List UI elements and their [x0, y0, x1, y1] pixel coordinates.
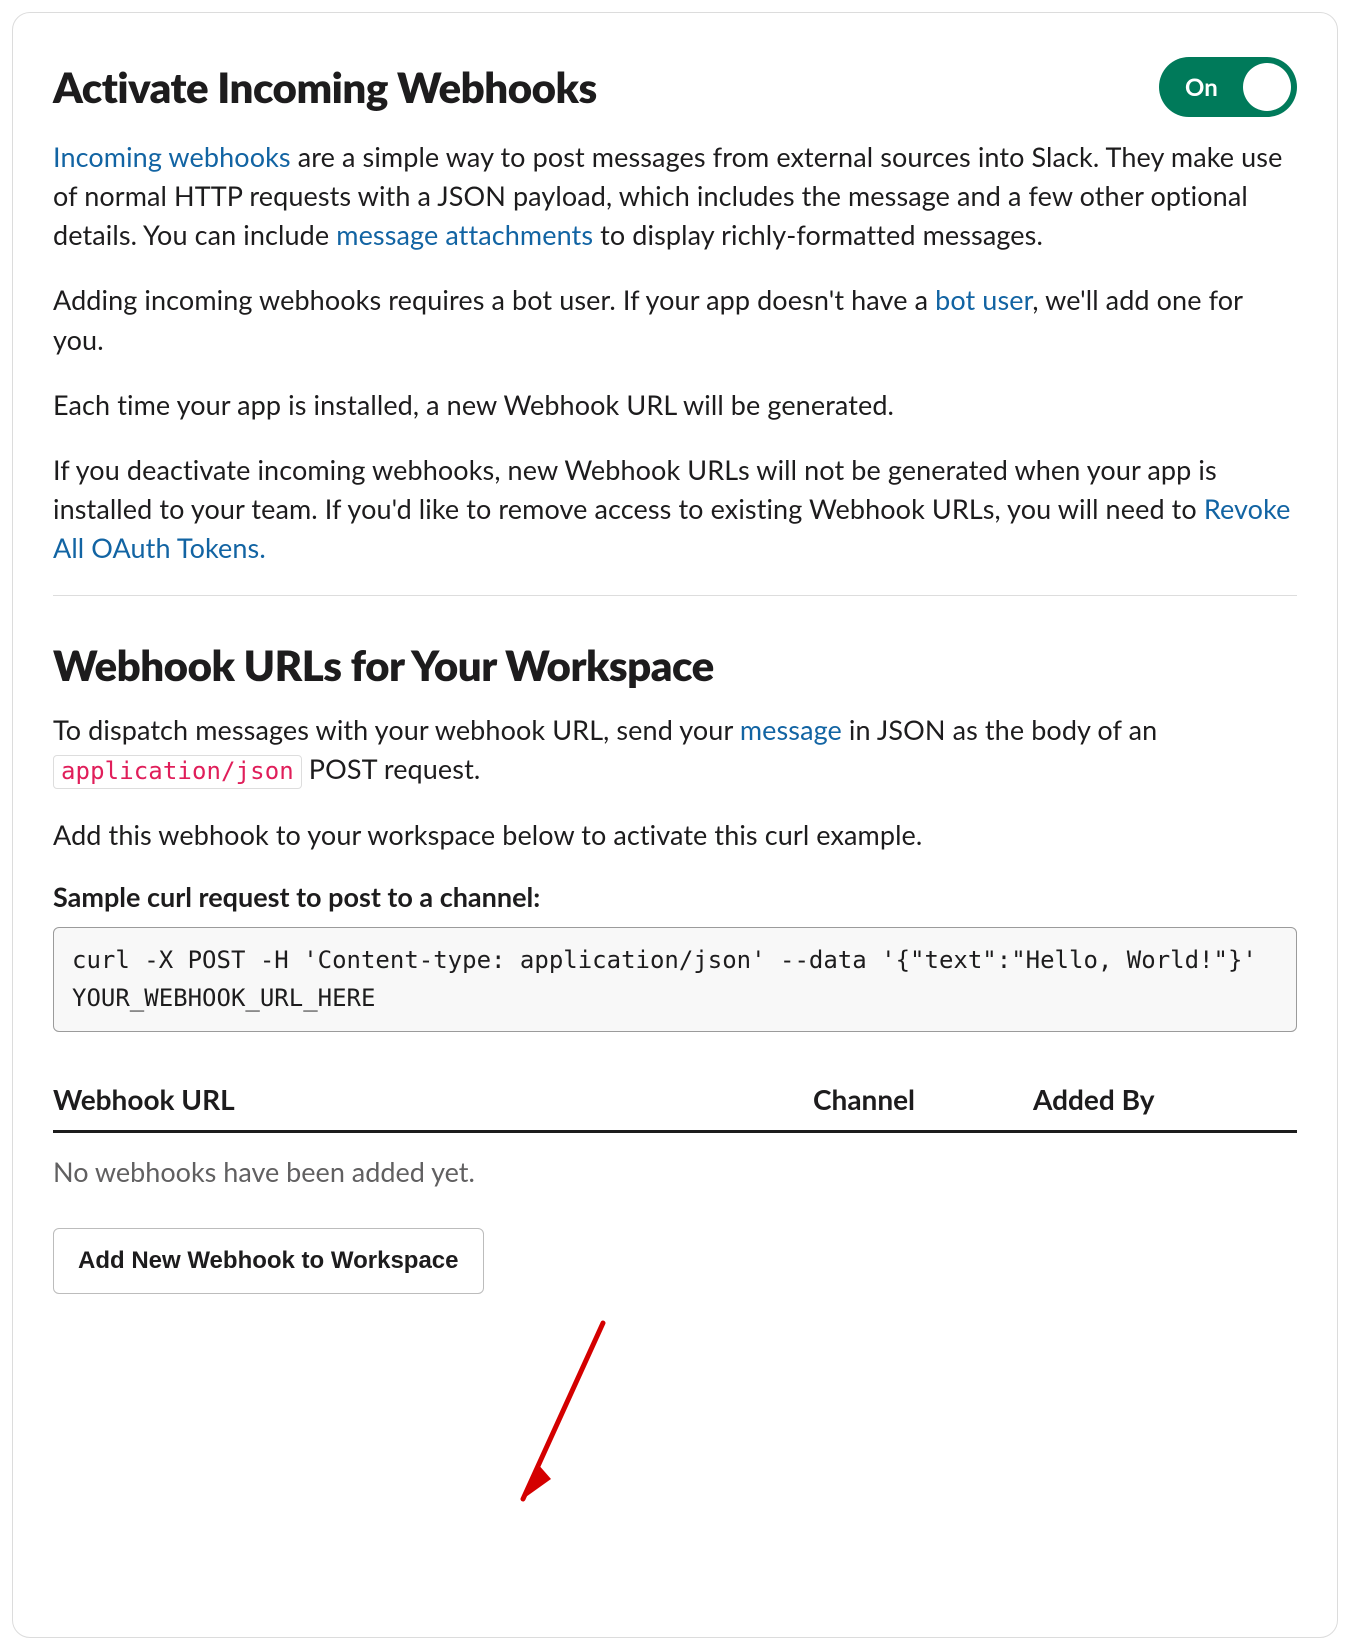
message-link[interactable]: message [740, 713, 842, 746]
column-webhook-url: Webhook URL [53, 1082, 813, 1116]
bot-user-link[interactable]: bot user [935, 283, 1032, 316]
column-channel: Channel [813, 1082, 1033, 1116]
activate-header-row: Activate Incoming Webhooks On [53, 57, 1297, 117]
column-added-by: Added By [1033, 1082, 1297, 1116]
add-webhook-button[interactable]: Add New Webhook to Workspace [53, 1228, 484, 1294]
activate-paragraph-4: If you deactivate incoming webhooks, new… [53, 450, 1297, 567]
text: POST request. [302, 752, 481, 785]
urls-title: Webhook URLs for Your Workspace [53, 640, 1297, 690]
text: To dispatch messages with your webhook U… [53, 713, 740, 746]
section-divider [53, 595, 1297, 596]
text: Adding incoming webhooks requires a bot … [53, 283, 935, 316]
webhooks-settings-card: Activate Incoming Webhooks On Incoming w… [12, 12, 1338, 1638]
text: to display richly-formatted messages. [593, 218, 1043, 251]
webhook-table-empty: No webhooks have been added yet. [53, 1133, 1297, 1228]
message-attachments-link[interactable]: message attachments [336, 218, 593, 251]
urls-paragraph-1: To dispatch messages with your webhook U… [53, 710, 1297, 789]
activate-paragraph-3: Each time your app is installed, a new W… [53, 385, 1297, 424]
activate-paragraph-2: Adding incoming webhooks requires a bot … [53, 280, 1297, 358]
annotation-arrow-icon [493, 1313, 633, 1533]
toggle-label: On [1185, 73, 1218, 102]
incoming-webhooks-link[interactable]: Incoming webhooks [53, 140, 291, 173]
webhook-table-header: Webhook URL Channel Added By [53, 1082, 1297, 1133]
curl-code-block[interactable]: curl -X POST -H 'Content-type: applicati… [53, 927, 1297, 1031]
text: in JSON as the body of an [842, 713, 1157, 746]
activate-toggle[interactable]: On [1159, 57, 1297, 117]
toggle-knob-icon [1243, 63, 1291, 111]
text: If you deactivate incoming webhooks, new… [53, 453, 1217, 525]
content-type-code: application/json [53, 755, 302, 789]
sample-curl-label: Sample curl request to post to a channel… [53, 880, 1297, 913]
urls-paragraph-2: Add this webhook to your workspace below… [53, 815, 1297, 854]
activate-title: Activate Incoming Webhooks [53, 62, 597, 112]
activate-paragraph-1: Incoming webhooks are a simple way to po… [53, 137, 1297, 254]
